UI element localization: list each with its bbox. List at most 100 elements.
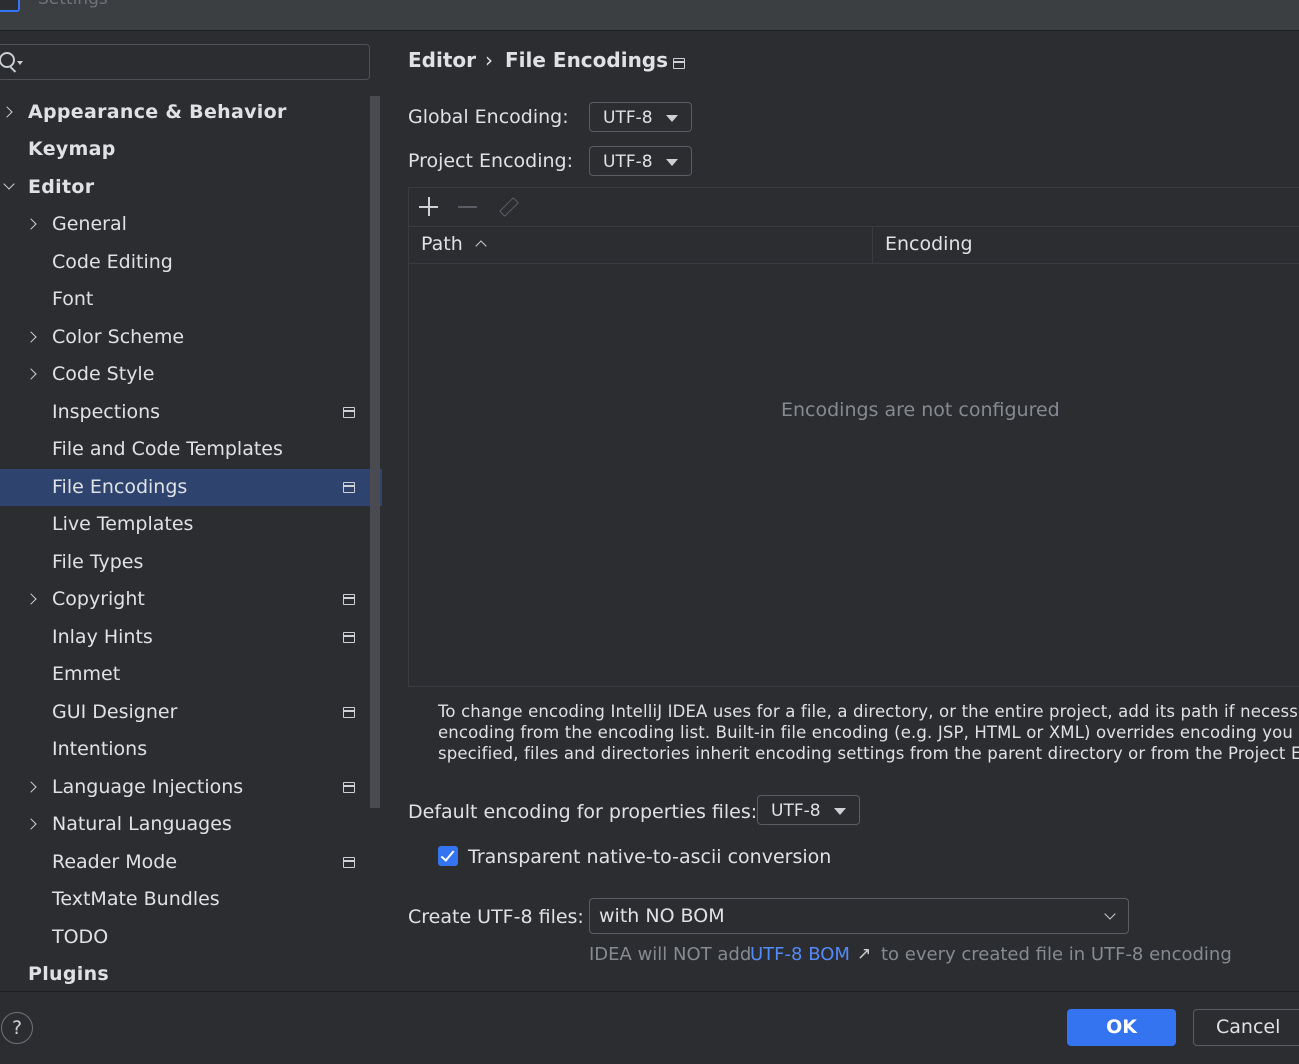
minus-icon bbox=[458, 206, 477, 208]
column-divider[interactable] bbox=[872, 226, 873, 263]
sidebar-item-label: Reader Mode bbox=[52, 851, 178, 873]
help-line: To change encoding IntelliJ IDEA uses fo… bbox=[438, 702, 1299, 721]
sidebar-item-general[interactable]: General bbox=[0, 206, 382, 243]
column-header-encoding[interactable]: Encoding bbox=[885, 226, 973, 263]
sidebar-item-natural-languages[interactable]: Natural Languages bbox=[0, 806, 382, 843]
sidebar-item-color-scheme[interactable]: Color Scheme bbox=[0, 319, 382, 356]
column-header-path[interactable]: Path bbox=[421, 226, 463, 263]
sidebar-item-label: Live Templates bbox=[52, 513, 194, 535]
sidebar-item-label: General bbox=[52, 213, 127, 235]
sidebar-item-label: File and Code Templates bbox=[52, 438, 283, 460]
sidebar-item-emmet[interactable]: Emmet bbox=[0, 656, 382, 693]
chevron-right-icon[interactable] bbox=[25, 781, 37, 793]
table-empty-text: Encodings are not configured bbox=[781, 399, 1060, 421]
chevron-right-icon[interactable] bbox=[25, 818, 37, 830]
plus-icon bbox=[428, 197, 430, 216]
sidebar-item-label: Emmet bbox=[52, 663, 121, 685]
add-mapping-button[interactable] bbox=[418, 196, 440, 218]
sidebar-item-label: Editor bbox=[28, 176, 95, 198]
properties-encoding-label: Default encoding for properties files: bbox=[408, 801, 758, 823]
sidebar-item-label: File Encodings bbox=[52, 476, 188, 498]
edit-mapping-button[interactable] bbox=[497, 196, 519, 218]
bom-note-prefix: IDEA will NOT add bbox=[589, 944, 752, 965]
sidebar-item-editor[interactable]: Editor bbox=[0, 169, 382, 206]
global-encoding-label: Global Encoding: bbox=[408, 106, 569, 128]
sidebar-item-appearance-behavior[interactable]: Appearance & Behavior bbox=[0, 94, 382, 131]
project-scope-icon bbox=[343, 594, 355, 605]
pencil-icon bbox=[499, 197, 519, 217]
chevron-down-icon[interactable] bbox=[3, 178, 15, 190]
sidebar-item-label: GUI Designer bbox=[52, 701, 178, 723]
sidebar-item-label: TODO bbox=[52, 926, 109, 948]
chevron-right-icon[interactable] bbox=[25, 331, 37, 343]
project-scope-icon bbox=[343, 857, 355, 868]
search-field[interactable] bbox=[0, 44, 370, 80]
sidebar-item-code-style[interactable]: Code Style bbox=[0, 356, 382, 393]
native-to-ascii-checkbox[interactable] bbox=[438, 846, 458, 866]
sidebar-item-language-injections[interactable]: Language Injections bbox=[0, 769, 382, 806]
sidebar-item-inspections[interactable]: Inspections bbox=[0, 394, 382, 431]
sidebar-item-label: Code Editing bbox=[52, 251, 173, 273]
breadcrumb-separator: › bbox=[485, 48, 493, 72]
sidebar-item-code-editing[interactable]: Code Editing bbox=[0, 244, 382, 281]
project-encoding-select[interactable]: UTF-8 bbox=[589, 146, 692, 176]
app-icon bbox=[0, 0, 20, 12]
sidebar-item-label: TextMate Bundles bbox=[52, 888, 220, 910]
sidebar-item-label: File Types bbox=[52, 551, 144, 573]
create-utf8-select[interactable]: with NO BOM bbox=[589, 898, 1129, 934]
project-encoding-label: Project Encoding: bbox=[408, 150, 574, 172]
sidebar-item-label: Intentions bbox=[52, 738, 148, 760]
sidebar-item-plugins[interactable]: Plugins bbox=[0, 956, 382, 993]
dialog-footer: ? OK Cancel bbox=[0, 991, 1299, 1064]
sidebar-item-label: Natural Languages bbox=[52, 813, 232, 835]
search-history-dropdown-icon[interactable] bbox=[17, 61, 23, 65]
project-scope-icon bbox=[343, 482, 355, 493]
sidebar-item-reader-mode[interactable]: Reader Mode bbox=[0, 844, 382, 881]
native-to-ascii-label[interactable]: Transparent native-to-ascii conversion bbox=[468, 846, 831, 868]
sidebar-item-label: Keymap bbox=[28, 138, 116, 160]
encoding-help-text: To change encoding IntelliJ IDEA uses fo… bbox=[438, 701, 1299, 764]
page-title: File Encodings bbox=[505, 48, 669, 72]
sidebar-item-intentions[interactable]: Intentions bbox=[0, 731, 382, 768]
sidebar-item-live-templates[interactable]: Live Templates bbox=[0, 506, 382, 543]
project-scope-icon bbox=[343, 707, 355, 718]
sidebar-item-inlay-hints[interactable]: Inlay Hints bbox=[0, 619, 382, 656]
ok-button[interactable]: OK bbox=[1067, 1009, 1176, 1046]
sidebar-scrollbar[interactable] bbox=[370, 96, 380, 808]
sidebar-item-label: Plugins bbox=[28, 963, 110, 985]
breadcrumb-parent[interactable]: Editor bbox=[408, 48, 476, 72]
utf8-bom-link[interactable]: UTF-8 BOM bbox=[750, 944, 850, 965]
project-scope-icon bbox=[673, 58, 685, 69]
sidebar-item-keymap[interactable]: Keymap bbox=[0, 131, 382, 168]
chevron-right-icon[interactable] bbox=[25, 368, 37, 380]
properties-encoding-select[interactable]: UTF-8 bbox=[757, 795, 860, 825]
settings-sidebar: Appearance & Behavior Keymap Editor Gene… bbox=[0, 30, 382, 990]
external-link-icon[interactable]: ↗ bbox=[857, 944, 871, 964]
bom-note-suffix: to every created file in UTF-8 encoding bbox=[881, 944, 1232, 965]
table-toolbar bbox=[409, 188, 1299, 227]
sidebar-item-todo[interactable]: TODO bbox=[0, 919, 382, 956]
sidebar-item-gui-designer[interactable]: GUI Designer bbox=[0, 694, 382, 731]
global-encoding-value: UTF-8 bbox=[603, 108, 653, 128]
dropdown-arrow-icon bbox=[666, 159, 678, 166]
sidebar-item-textmate-bundles[interactable]: TextMate Bundles bbox=[0, 881, 382, 918]
chevron-right-icon[interactable] bbox=[25, 593, 37, 605]
chevron-right-icon[interactable] bbox=[25, 218, 37, 230]
global-encoding-select[interactable]: UTF-8 bbox=[589, 102, 692, 132]
sidebar-item-file-code-templates[interactable]: File and Code Templates bbox=[0, 431, 382, 468]
chevron-right-icon[interactable] bbox=[1, 106, 13, 118]
sidebar-item-label: Color Scheme bbox=[52, 326, 185, 348]
help-line: specified, files and directories inherit… bbox=[438, 744, 1299, 763]
help-button[interactable]: ? bbox=[1, 1012, 33, 1044]
sidebar-item-file-encodings[interactable]: File Encodings bbox=[0, 469, 382, 506]
sidebar-item-label: Code Style bbox=[52, 363, 155, 385]
remove-mapping-button[interactable] bbox=[457, 196, 479, 218]
table-header: Path Encoding bbox=[409, 226, 1299, 264]
sidebar-item-font[interactable]: Font bbox=[0, 281, 382, 318]
sidebar-item-copyright[interactable]: Copyright bbox=[0, 581, 382, 618]
cancel-button[interactable]: Cancel bbox=[1193, 1009, 1299, 1046]
sidebar-item-label: Inspections bbox=[52, 401, 161, 423]
sort-ascending-icon bbox=[475, 240, 487, 252]
sidebar-item-label: Appearance & Behavior bbox=[28, 101, 287, 123]
sidebar-item-file-types[interactable]: File Types bbox=[0, 544, 382, 581]
